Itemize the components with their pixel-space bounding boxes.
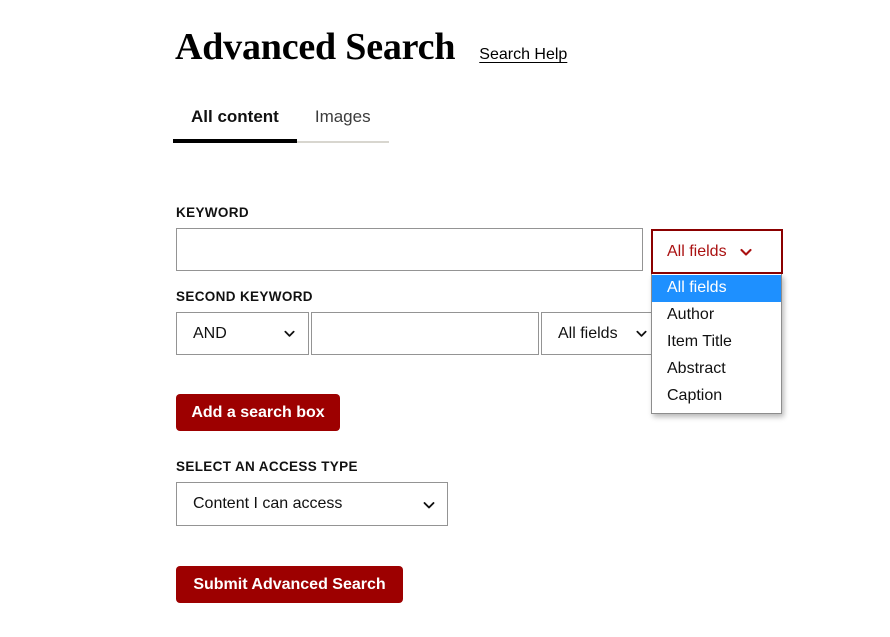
access-type-group: SELECT AN ACCESS TYPE Content I can acce…: [176, 459, 448, 527]
add-search-box-button[interactable]: Add a search box: [176, 394, 340, 431]
tab-images[interactable]: Images: [296, 107, 389, 143]
submit-advanced-search-button[interactable]: Submit Advanced Search: [176, 566, 403, 603]
access-type-select[interactable]: Content I can access: [176, 482, 448, 527]
keyword-field-option-list: All fields Author Item Title Abstract Ca…: [651, 274, 782, 414]
keyword-field-select-wrapper: All fields All fields Author Item Title …: [651, 229, 783, 414]
option-item-title[interactable]: Item Title: [652, 329, 781, 356]
chevron-down-icon: [422, 498, 435, 511]
chevron-down-icon: [283, 327, 296, 340]
option-abstract[interactable]: Abstract: [652, 356, 781, 383]
chevron-down-icon: [739, 245, 753, 259]
boolean-operator-value: AND: [193, 324, 227, 342]
second-keyword-field-value: All fields: [558, 324, 618, 342]
access-type-value: Content I can access: [193, 495, 343, 513]
tab-all-content[interactable]: All content: [173, 107, 297, 143]
option-author[interactable]: Author: [652, 302, 781, 329]
second-keyword-field-select[interactable]: All fields: [541, 312, 661, 356]
keyword-field-select[interactable]: All fields: [651, 229, 783, 274]
search-help-link[interactable]: Search Help: [479, 46, 567, 64]
content-type-tabs: All content Images: [173, 107, 389, 143]
keyword-input[interactable]: [176, 228, 643, 272]
option-all-fields[interactable]: All fields: [652, 275, 781, 302]
keyword-field-select-value: All fields: [667, 242, 727, 260]
option-caption[interactable]: Caption: [652, 383, 781, 410]
second-keyword-input[interactable]: [311, 312, 539, 356]
chevron-down-icon: [635, 327, 648, 340]
page-title: Advanced Search: [175, 26, 456, 68]
keyword-label: KEYWORD: [176, 205, 249, 220]
access-type-label: SELECT AN ACCESS TYPE: [176, 459, 358, 474]
boolean-operator-select[interactable]: AND: [176, 312, 309, 356]
page-header: Advanced Search Search Help: [175, 26, 567, 68]
